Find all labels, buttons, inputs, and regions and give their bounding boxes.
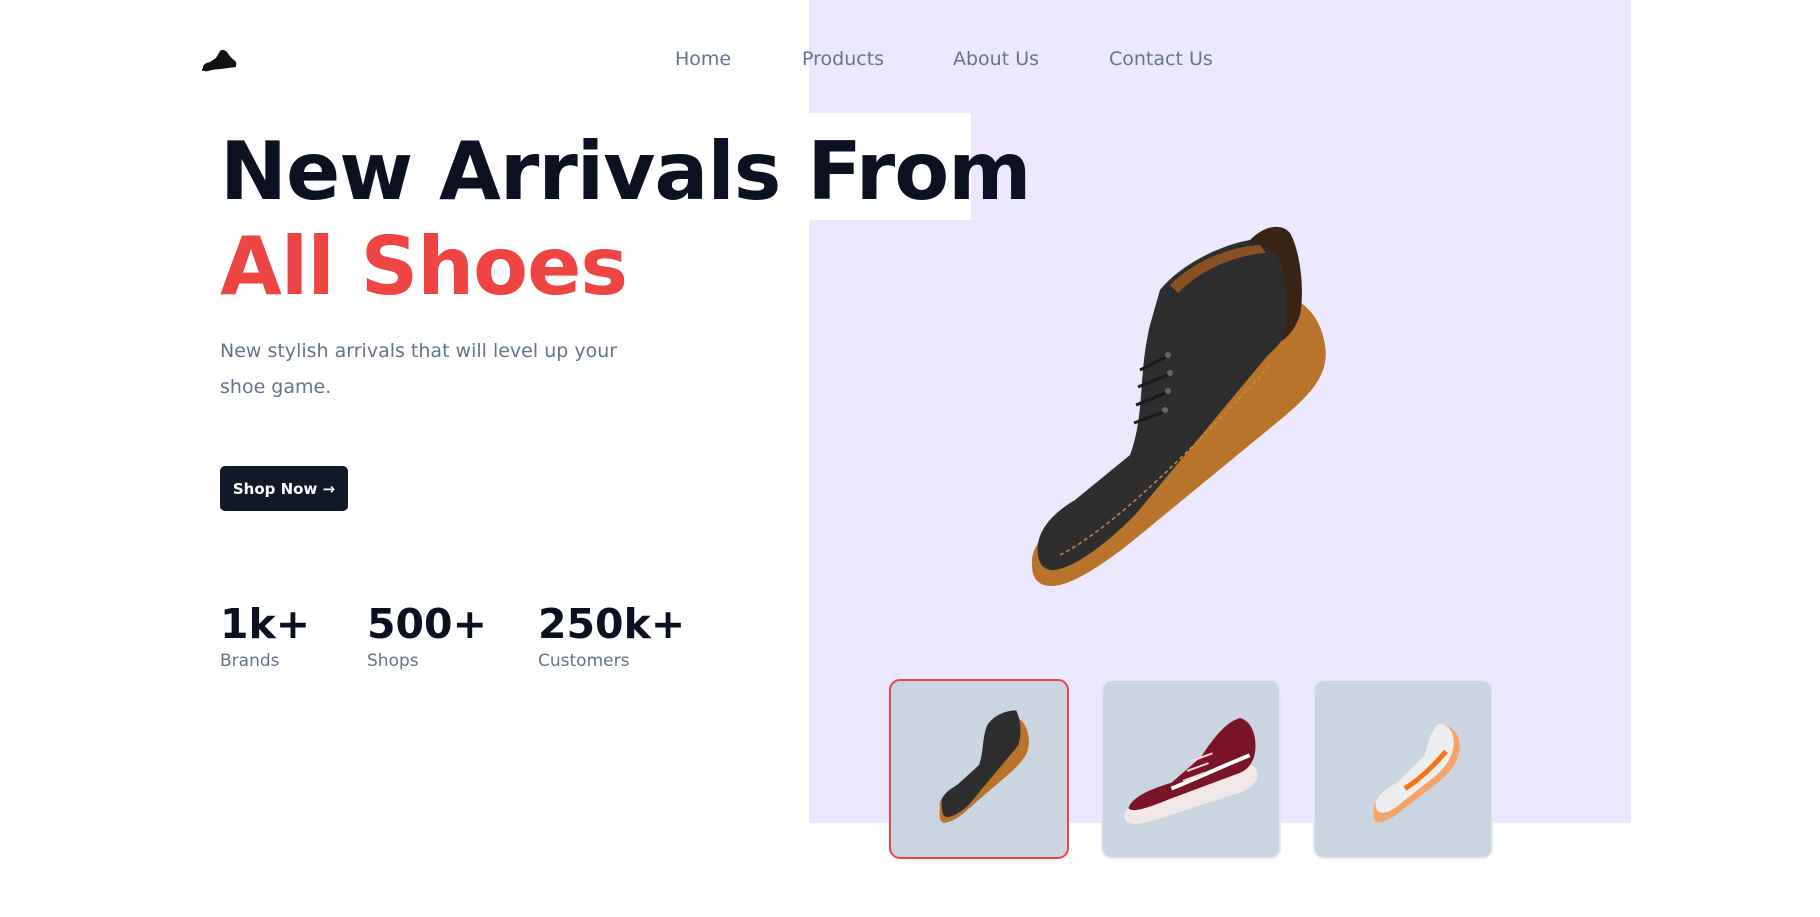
maroon-sneaker-icon xyxy=(1124,718,1258,824)
hero-title-line-2: All Shoes xyxy=(220,220,628,313)
stat-label: Customers xyxy=(538,651,630,671)
stat-shops: 500+ Shops xyxy=(367,600,487,674)
main-shoe-image xyxy=(1020,215,1400,595)
nav-products-link[interactable]: Products xyxy=(802,48,884,70)
thumbnail-white-orange-sneaker[interactable] xyxy=(1313,679,1493,859)
stat-label: Shops xyxy=(367,651,419,671)
stat-value: 500+ xyxy=(367,600,487,648)
dark-boot-icon xyxy=(939,710,1029,823)
nav-about-us-link[interactable]: About Us xyxy=(953,48,1039,70)
thumbnail-maroon-sneaker[interactable] xyxy=(1101,679,1281,859)
stat-value: 250k+ xyxy=(538,600,686,648)
shop-now-button[interactable]: Shop Now → xyxy=(220,466,348,511)
nav-contact-us-link[interactable]: Contact Us xyxy=(1109,48,1213,70)
hero-subtitle: New stylish arrivals that will level up … xyxy=(220,340,618,398)
white-orange-sneaker-icon xyxy=(1373,724,1460,823)
thumbnail-dark-boot[interactable] xyxy=(889,679,1069,859)
stat-customers: 250k+ Customers xyxy=(538,600,685,674)
stat-label: Brands xyxy=(220,651,280,671)
stat-brands: 1k+ Brands xyxy=(220,600,310,674)
stat-value: 1k+ xyxy=(220,600,311,648)
hero-title-line-1: New Arrivals From xyxy=(220,125,1032,218)
main-navigation: Home Products About Us Contact Us xyxy=(0,48,1820,72)
nav-home-link[interactable]: Home xyxy=(675,48,731,70)
